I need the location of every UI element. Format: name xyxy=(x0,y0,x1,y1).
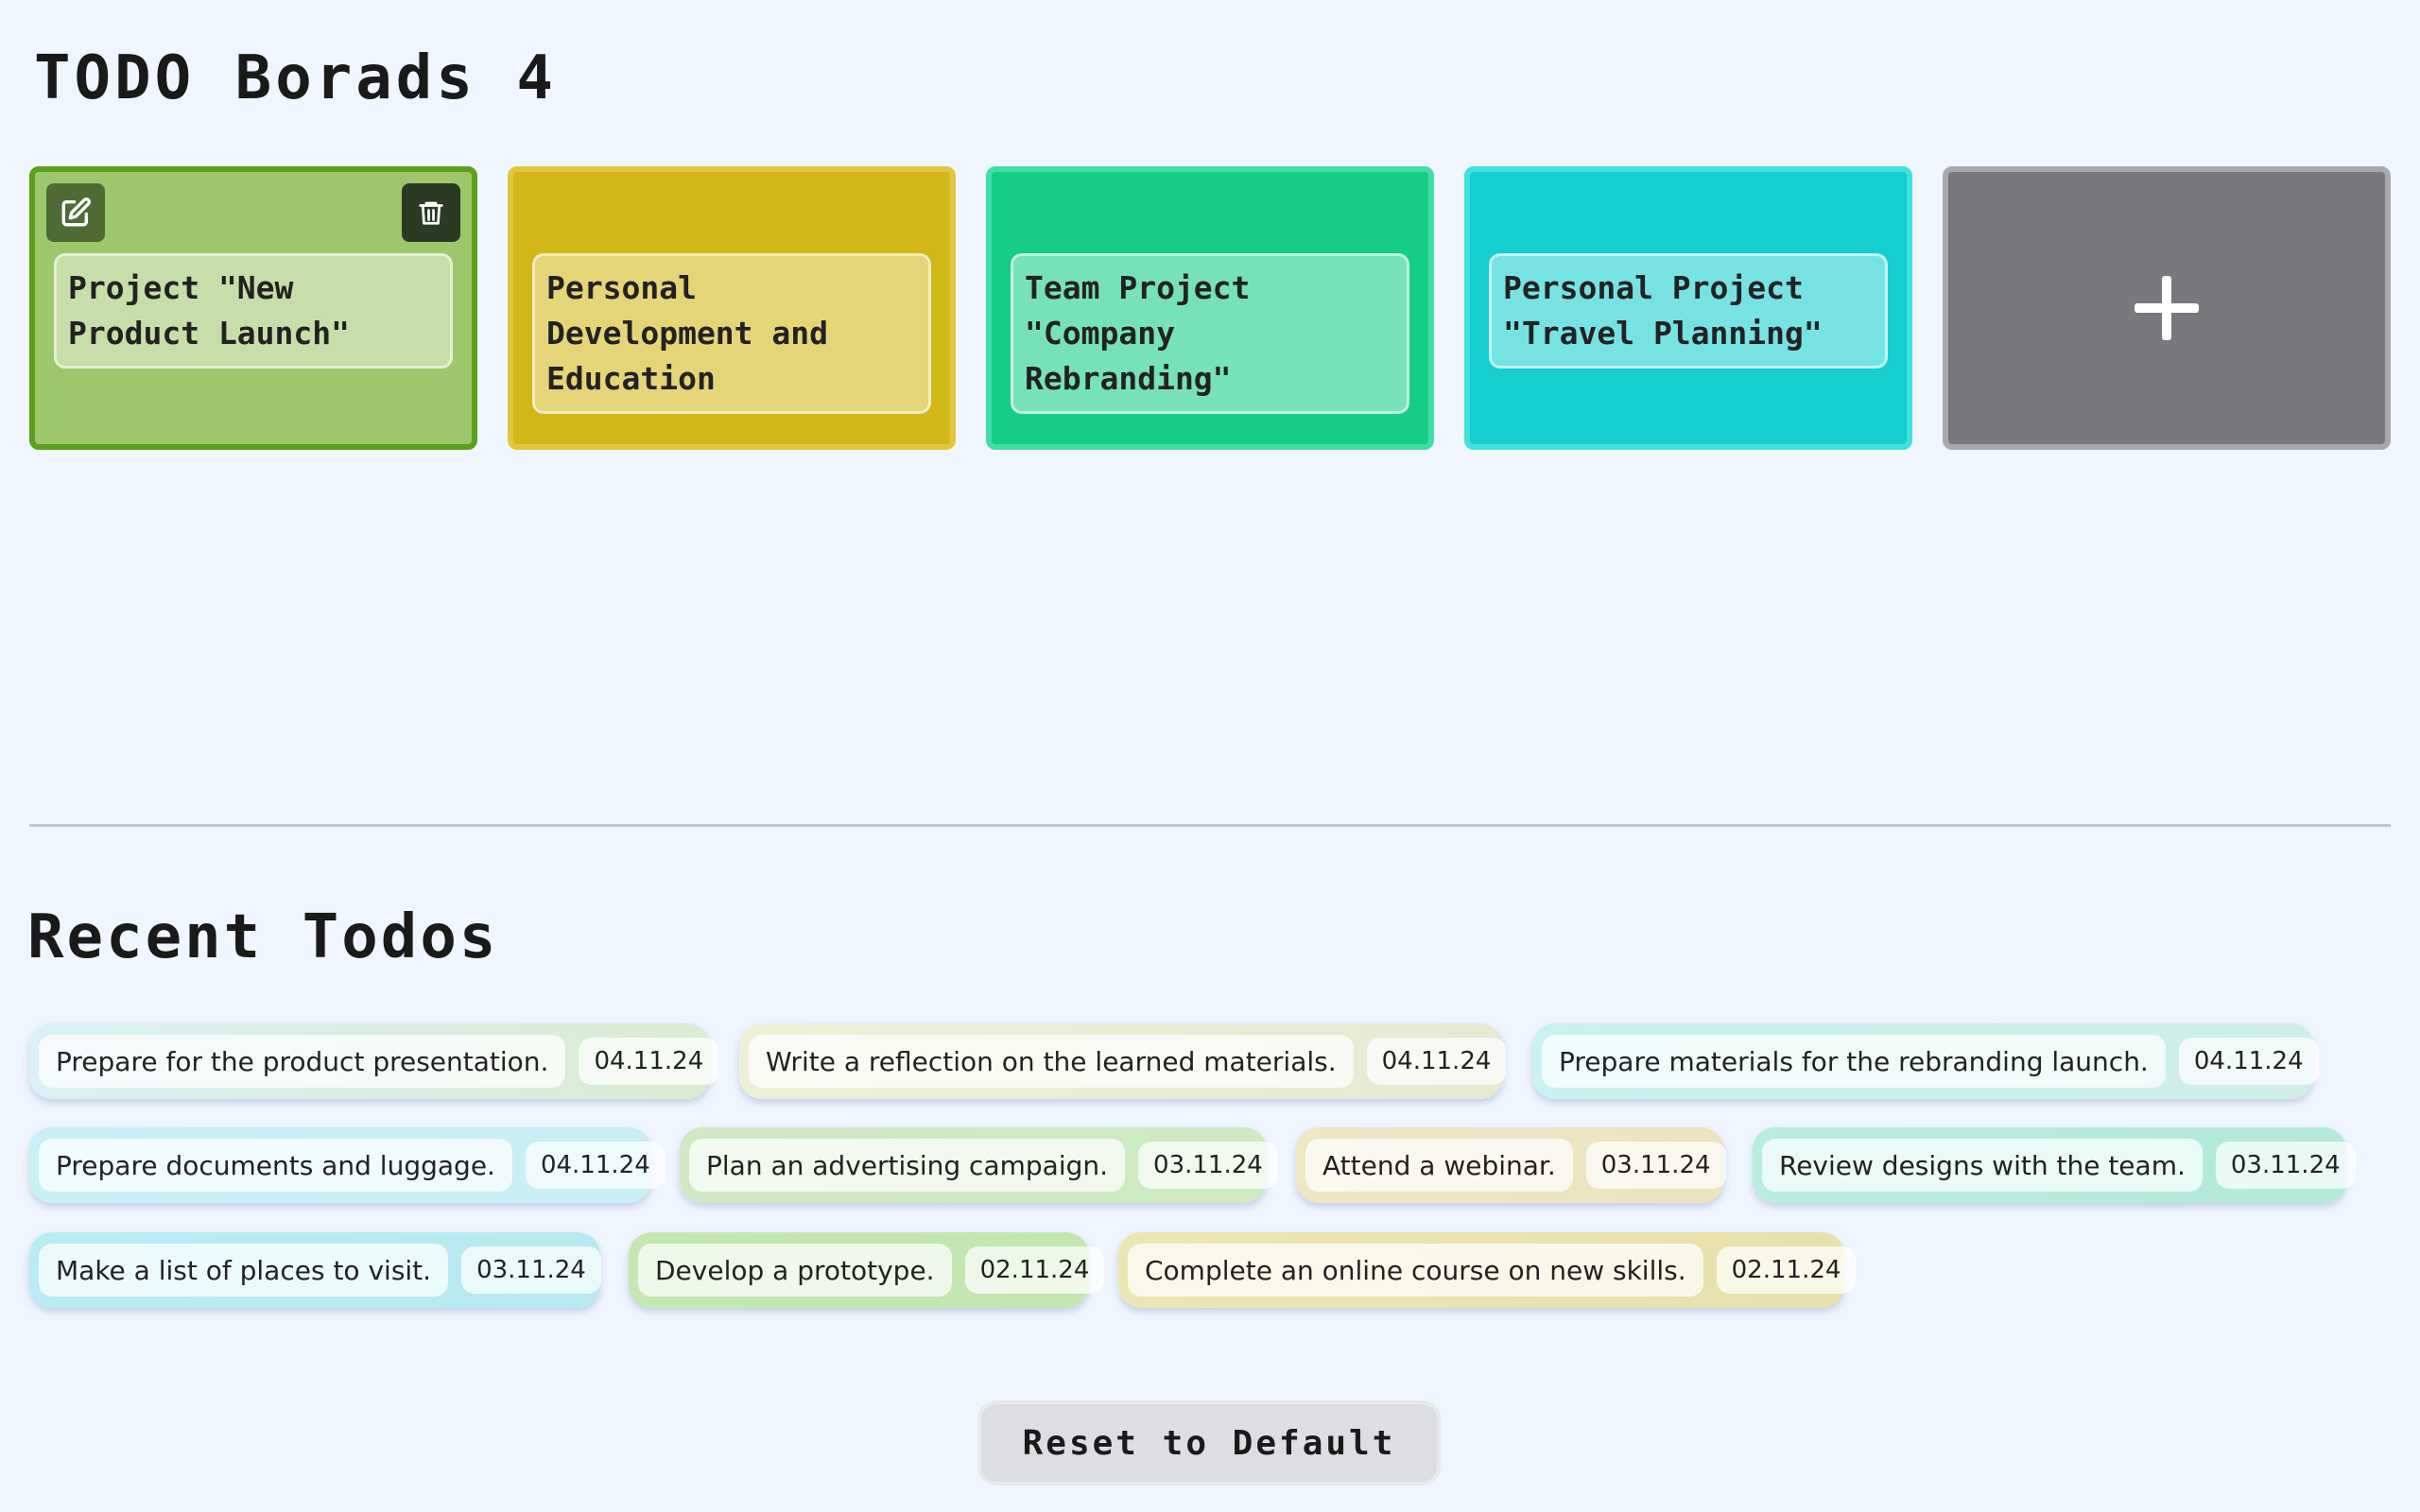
todo-item[interactable]: Make a list of places to visit. 03.11.24 xyxy=(29,1232,601,1308)
todo-item[interactable]: Attend a webinar. 03.11.24 xyxy=(1296,1127,1726,1203)
todo-item[interactable]: Plan an advertising campaign. 03.11.24 xyxy=(680,1127,1278,1203)
board-card-3[interactable]: Team Project "Company Rebranding" xyxy=(986,166,1434,450)
recent-todos-title: Recent Todos xyxy=(27,902,499,972)
board-title: Personal Project "Travel Planning" xyxy=(1489,253,1888,369)
todo-date: 04.11.24 xyxy=(1366,1038,1507,1085)
todo-item[interactable]: Prepare materials for the rebranding lau… xyxy=(1532,1023,2319,1099)
todo-text: Prepare materials for the rebranding lau… xyxy=(1542,1035,2166,1088)
board-title: Personal Development and Education xyxy=(532,253,931,414)
page-title: TODO Borads 4 xyxy=(34,43,557,113)
boards-row: Project "New Product Launch" Personal De… xyxy=(29,166,2391,450)
todo-item[interactable]: Review designs with the team. 03.11.24 xyxy=(1753,1127,2356,1203)
todo-item[interactable]: Prepare documents and luggage. 04.11.24 xyxy=(29,1127,666,1203)
edit-board-button[interactable] xyxy=(46,183,105,242)
todo-date: 03.11.24 xyxy=(2215,1142,2356,1189)
todo-date: 02.11.24 xyxy=(964,1246,1105,1294)
board-card-1[interactable]: Project "New Product Launch" xyxy=(29,166,477,450)
section-divider xyxy=(29,824,2391,827)
todo-text: Prepare for the product presentation. xyxy=(39,1035,566,1088)
board-card-4[interactable]: Personal Project "Travel Planning" xyxy=(1464,166,1912,450)
todo-text: Prepare documents and luggage. xyxy=(39,1139,512,1192)
todo-date: 04.11.24 xyxy=(2178,1038,2319,1085)
todo-date: 04.11.24 xyxy=(525,1142,666,1189)
todo-text: Make a list of places to visit. xyxy=(39,1244,449,1297)
todo-item[interactable]: Write a reflection on the learned materi… xyxy=(739,1023,1507,1099)
todo-item[interactable]: Develop a prototype. 02.11.24 xyxy=(629,1232,1105,1308)
add-board-button[interactable] xyxy=(1943,166,2391,450)
todo-date: 03.11.24 xyxy=(461,1246,601,1294)
board-card-2[interactable]: Personal Development and Education xyxy=(508,166,956,450)
edit-icon xyxy=(61,197,92,227)
todo-date: 03.11.24 xyxy=(1585,1142,1726,1189)
todo-text: Develop a prototype. xyxy=(638,1244,952,1297)
plus-icon xyxy=(2135,276,2199,340)
todo-item[interactable]: Complete an online course on new skills.… xyxy=(1118,1232,1857,1308)
reset-to-default-button[interactable]: Reset to Default xyxy=(977,1400,1441,1486)
todo-text: Write a reflection on the learned materi… xyxy=(749,1035,1354,1088)
todo-text: Plan an advertising campaign. xyxy=(689,1139,1126,1192)
todo-date: 03.11.24 xyxy=(1138,1142,1278,1189)
app-page: TODO Borads 4 Project "New Product Launc… xyxy=(0,0,2420,1512)
trash-icon xyxy=(419,201,443,225)
todo-text: Review designs with the team. xyxy=(1762,1139,2203,1192)
todo-date: 02.11.24 xyxy=(1716,1246,1857,1294)
board-title: Team Project "Company Rebranding" xyxy=(1011,253,1409,414)
board-title: Project "New Product Launch" xyxy=(54,253,453,369)
todo-text: Complete an online course on new skills. xyxy=(1128,1244,1703,1297)
todo-text: Attend a webinar. xyxy=(1305,1139,1573,1192)
delete-board-button[interactable] xyxy=(402,183,460,242)
todo-item[interactable]: Prepare for the product presentation. 04… xyxy=(29,1023,719,1099)
todo-date: 04.11.24 xyxy=(579,1038,719,1085)
